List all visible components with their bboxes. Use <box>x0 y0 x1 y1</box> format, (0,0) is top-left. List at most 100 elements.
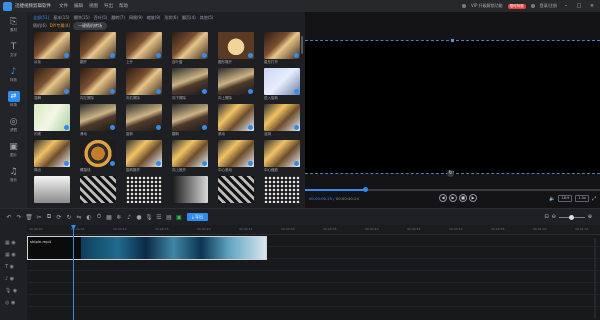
minimize-button[interactable]: – <box>562 3 570 9</box>
download-icon[interactable] <box>202 125 207 130</box>
effect-tab[interactable]: 翻转(7) <box>111 15 125 21</box>
random-transition-button[interactable]: 一键随机转场 <box>73 21 108 30</box>
tab-diy[interactable]: DIY专属(4) <box>50 23 70 29</box>
color-icon[interactable]: ◐ <box>84 214 94 221</box>
menu-item[interactable]: 导出 <box>104 3 113 9</box>
effect-tab[interactable]: 全部(51) <box>33 15 49 21</box>
transition-item[interactable]: 中心缩放 <box>264 140 300 173</box>
download-icon[interactable] <box>248 53 253 58</box>
transition-item[interactable] <box>126 176 162 209</box>
zoom-slider[interactable] <box>558 214 585 220</box>
volume-icon[interactable]: 🔈 <box>549 196 555 202</box>
download-icon[interactable] <box>248 125 253 130</box>
crop-icon[interactable]: ⧉ <box>44 213 54 221</box>
sidebar-item[interactable]: ▣ 图片 <box>0 137 27 162</box>
transition-item[interactable]: 闪现 <box>34 104 70 137</box>
download-icon[interactable] <box>110 125 115 130</box>
transition-item[interactable]: 中心滚动 <box>218 140 254 173</box>
sidebar-item[interactable]: T 文字 <box>0 37 27 62</box>
transition-item[interactable] <box>172 176 208 209</box>
timeline-scrollbar[interactable] <box>594 238 596 318</box>
effect-tab[interactable]: 形状(6) <box>164 15 178 21</box>
zoom-select[interactable]: 1.0x <box>575 195 589 202</box>
playhead[interactable] <box>73 225 74 320</box>
rotate-tool-icon[interactable]: ↻ <box>64 214 74 221</box>
freeze-icon[interactable]: ❄ <box>114 214 124 221</box>
vip-badge[interactable]: 限时特惠 <box>507 3 526 9</box>
transition-item[interactable]: 旋转推开 <box>126 140 162 173</box>
rotate-icon[interactable]: ↻ <box>447 170 454 177</box>
sidebar-item[interactable]: ◎ 滤镜 <box>0 112 27 137</box>
menu-item[interactable]: 视图 <box>89 3 98 9</box>
download-icon[interactable] <box>64 89 69 94</box>
download-icon[interactable] <box>64 125 69 130</box>
download-icon[interactable] <box>202 161 207 166</box>
preview-canvas[interactable] <box>305 39 600 174</box>
video-clip[interactable]: shipin.mp4 <box>27 236 267 260</box>
download-icon[interactable] <box>156 53 161 58</box>
download-icon[interactable] <box>202 53 207 58</box>
transition-item[interactable]: 向右擦除 <box>126 68 162 101</box>
stop-icon[interactable]: ■ <box>459 194 467 202</box>
download-icon[interactable] <box>202 89 207 94</box>
green-screen-icon[interactable]: ▣ <box>174 214 184 221</box>
download-icon[interactable] <box>294 53 299 58</box>
subtitle-icon[interactable]: ☰ <box>154 214 164 221</box>
transition-item[interactable]: 旋转 <box>126 104 162 137</box>
speed-icon[interactable]: ⟳ <box>54 214 64 221</box>
transition-item[interactable] <box>80 176 116 209</box>
effect-tab[interactable]: 基本(15) <box>53 15 69 21</box>
close-button[interactable]: × <box>588 3 596 9</box>
transition-item[interactable]: 向上推开 <box>172 140 208 173</box>
download-icon[interactable] <box>110 161 115 166</box>
transition-item[interactable]: 百叶窗 <box>172 32 208 65</box>
preview-progress[interactable] <box>305 187 600 192</box>
sidebar-item[interactable]: ⎘ 素材 <box>0 12 27 37</box>
transition-item[interactable]: 向左擦除 <box>80 68 116 101</box>
transition-item[interactable]: 翻开 <box>80 32 116 65</box>
download-icon[interactable] <box>156 125 161 130</box>
transition-item[interactable]: 滑动 <box>80 104 116 137</box>
zoom-knob[interactable] <box>568 214 574 220</box>
undo-icon[interactable]: ↶ <box>4 214 14 221</box>
redo-icon[interactable]: ↷ <box>14 214 24 221</box>
record-icon[interactable]: ● <box>134 214 144 221</box>
sidebar-item[interactable]: ♪ 特效 <box>0 62 27 87</box>
transition-item[interactable]: 滚动 <box>218 104 254 137</box>
effect-tab[interactable]: 翻页(4) <box>182 15 196 21</box>
delete-icon[interactable]: 🗑 <box>24 214 34 221</box>
overlay-track-icon[interactable]: ▦ ◉ <box>0 249 27 261</box>
mosaic-icon[interactable]: ▦ <box>104 214 114 221</box>
transition-item[interactable]: 向下擦除 <box>172 68 208 101</box>
effect-tab[interactable]: 擦除(15) <box>73 15 89 21</box>
transition-item[interactable]: 进入旋转 <box>264 68 300 101</box>
download-icon[interactable] <box>110 53 115 58</box>
zoom-in-icon[interactable]: ⊕ <box>588 214 592 220</box>
transition-item[interactable]: 翻转 <box>172 104 208 137</box>
voice-track-icon[interactable]: 🎙 ◉ <box>0 285 27 297</box>
transition-item[interactable]: 圆形展开 <box>218 32 254 65</box>
transition-item[interactable]: 弹出 <box>34 140 70 173</box>
avatar[interactable] <box>530 4 535 8</box>
sidebar-item[interactable]: ♫ 音乐 <box>0 162 27 187</box>
pip-icon[interactable]: ▤ <box>164 214 174 221</box>
download-icon[interactable] <box>294 125 299 130</box>
transition-item[interactable]: 星形打开 <box>264 32 300 65</box>
sidebar-item[interactable]: ⇄ 转场 <box>0 87 27 112</box>
duration-icon[interactable]: ⏱ <box>94 213 104 221</box>
transition-item[interactable]: 上升 <box>126 32 162 65</box>
download-icon[interactable] <box>64 53 69 58</box>
transition-item[interactable] <box>34 176 70 209</box>
transition-item[interactable]: 向上擦除 <box>218 68 254 101</box>
maximize-button[interactable]: □ <box>575 3 583 9</box>
download-icon[interactable] <box>294 161 299 166</box>
video-track-icon[interactable]: ▦ ◉ <box>0 237 27 249</box>
menu-item[interactable]: 编辑 <box>74 3 83 9</box>
effect-tab[interactable]: 百叶(5) <box>94 15 108 21</box>
tab-random[interactable]: 随机(6) <box>33 23 47 29</box>
music-track-icon[interactable]: ♪ ◉ <box>0 273 27 285</box>
next-frame-icon[interactable]: ▶ <box>469 194 477 202</box>
zoom-out-icon[interactable]: ⊖ <box>552 214 556 220</box>
download-icon[interactable] <box>156 161 161 166</box>
download-icon[interactable] <box>248 89 253 94</box>
